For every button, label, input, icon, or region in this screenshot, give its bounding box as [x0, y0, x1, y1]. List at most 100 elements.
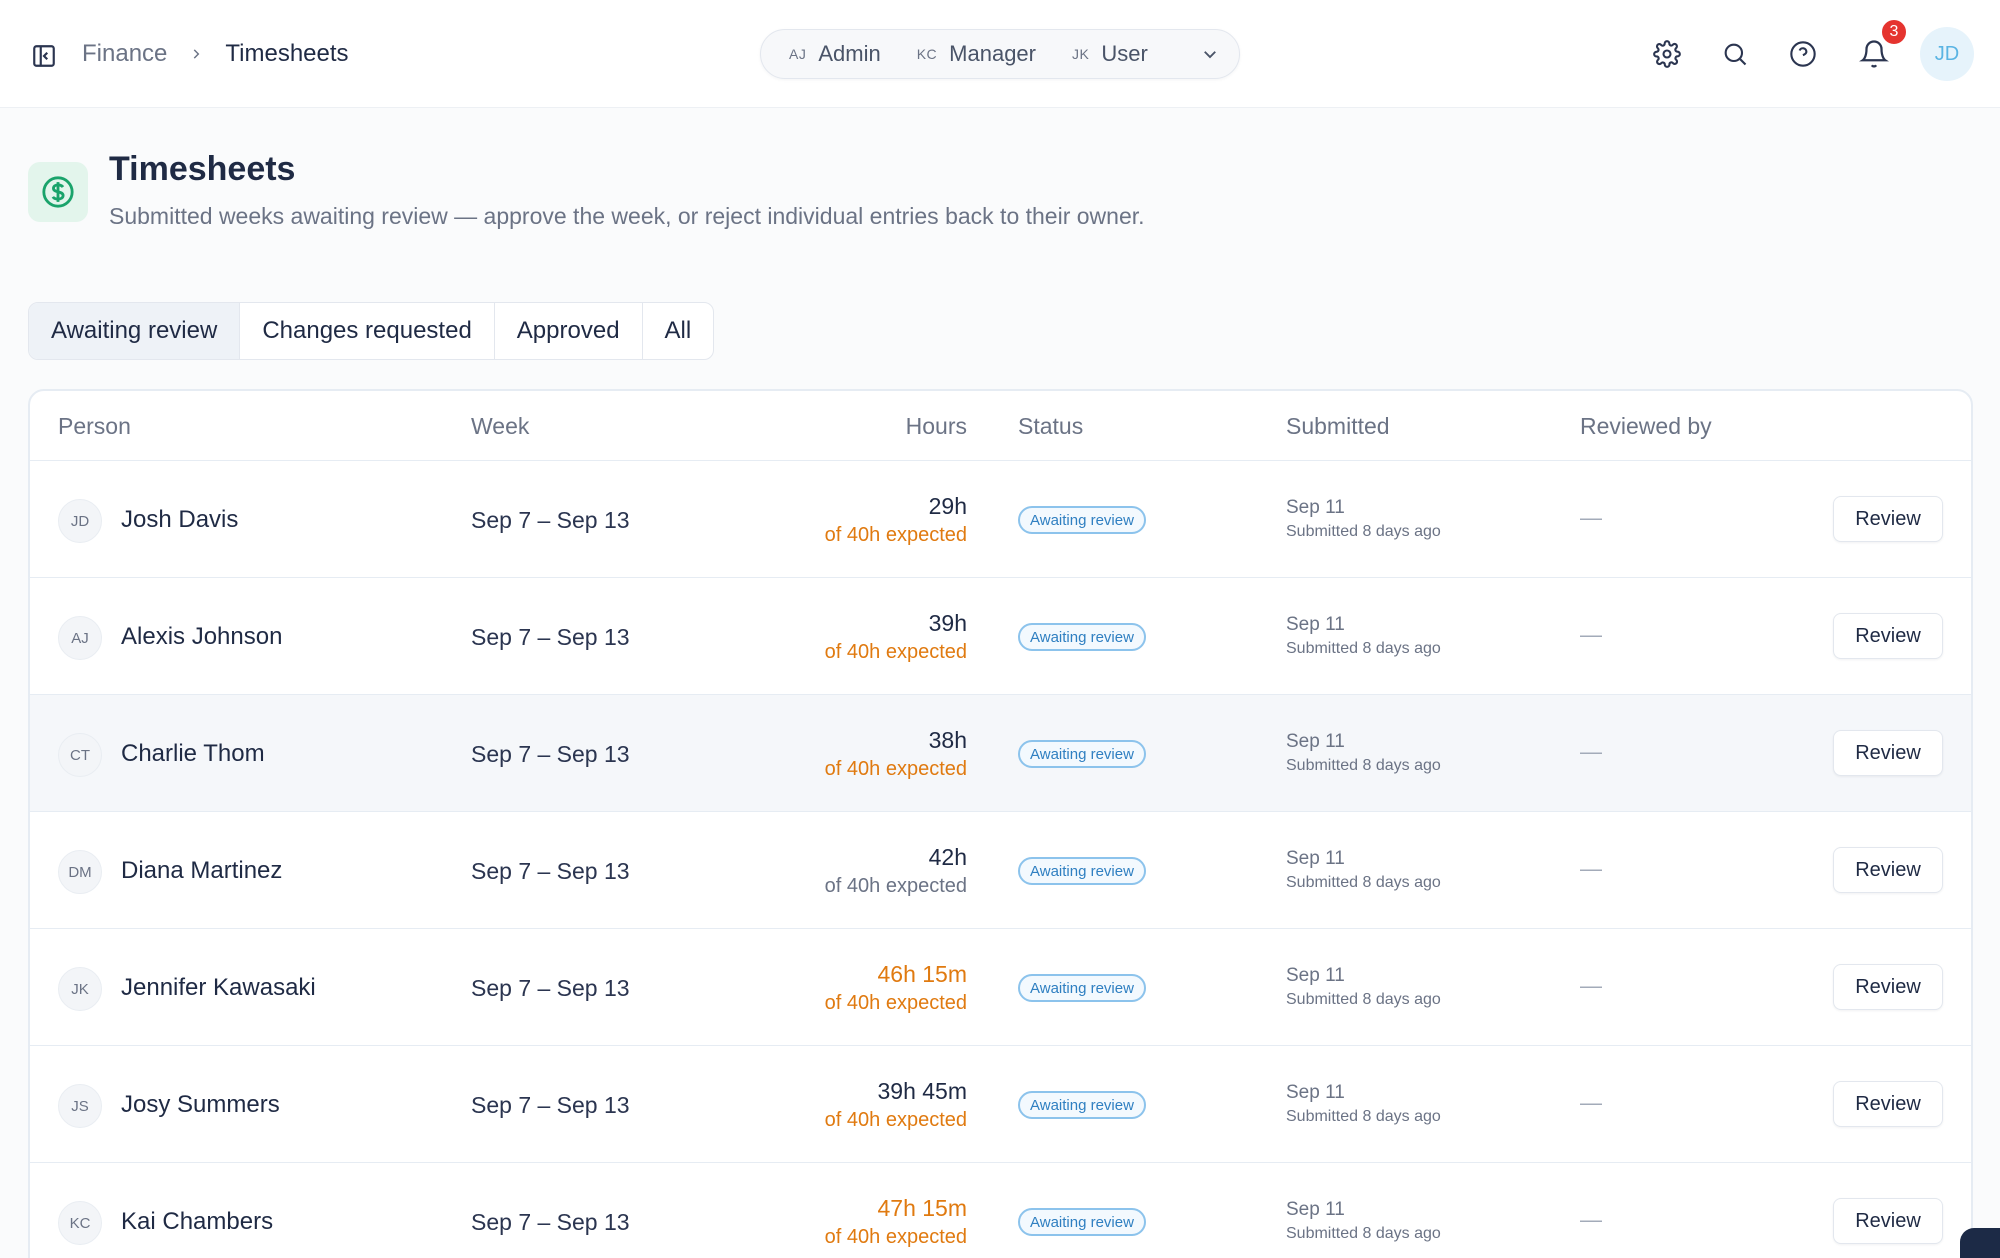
hours-value: 29h [928, 493, 967, 519]
table-row[interactable]: KC Kai Chambers Sep 7 – Sep 13 47h 15m of 40… [30, 1163, 1971, 1258]
status-badge: Awaiting review [1018, 1208, 1146, 1236]
header-week[interactable]: Week [471, 413, 529, 440]
submitted-date: Sep 11 [1286, 614, 1345, 635]
chevron-down-icon[interactable] [1201, 45, 1219, 63]
person-avatar: AJ [58, 616, 102, 660]
person-avatar: JK [58, 967, 102, 1011]
review-button[interactable]: Review [1833, 496, 1943, 542]
hours-cell: 39h 45m of 40h expected [825, 1076, 967, 1134]
search-icon[interactable] [1717, 36, 1753, 72]
reviewed-by: — [1580, 856, 1602, 881]
week-range: Sep 7 – Sep 13 [471, 624, 630, 650]
status-badge: Awaiting review [1018, 506, 1146, 534]
submitted-date: Sep 11 [1286, 1199, 1345, 1220]
submitted-date: Sep 11 [1286, 965, 1345, 986]
submitted-ago: Submitted 8 days ago [1286, 640, 1441, 657]
review-button[interactable]: Review [1833, 613, 1943, 659]
submitted-ago: Submitted 8 days ago [1286, 757, 1441, 774]
submitted-date: Sep 11 [1286, 1082, 1345, 1103]
submitted-cell: Sep 11 Submitted 8 days ago [1286, 1197, 1441, 1245]
week-range: Sep 7 – Sep 13 [471, 507, 630, 533]
help-widget-button[interactable] [1960, 1228, 2000, 1258]
help-circle-icon[interactable] [1785, 36, 1821, 72]
header-status[interactable]: Status [1018, 413, 1083, 440]
role-initials: JK [1072, 46, 1090, 62]
submitted-cell: Sep 11 Submitted 8 days ago [1286, 1080, 1441, 1128]
review-button[interactable]: Review [1833, 964, 1943, 1010]
breadcrumb-finance-link[interactable]: Finance [82, 40, 167, 68]
tab-all[interactable]: All [643, 303, 714, 359]
sidebar-toggle-icon[interactable] [30, 42, 58, 70]
table-row[interactable]: DM Diana Martinez Sep 7 – Sep 13 42h of 40h … [30, 812, 1971, 929]
hours-value: 47h 15m [877, 1195, 967, 1221]
hours-cell: 47h 15m of 40h expected [825, 1193, 967, 1251]
table-row[interactable]: CT Charlie Thom Sep 7 – Sep 13 38h of 40h ex… [30, 695, 1971, 812]
header-reviewed-by[interactable]: Reviewed by [1580, 413, 1712, 440]
person-name: Diana Martinez [121, 857, 283, 884]
hours-cell: 29h of 40h expected [825, 491, 967, 549]
reviewed-by: — [1580, 622, 1602, 647]
reviewed-by: — [1580, 505, 1602, 530]
person-name: Kai Chambers [121, 1208, 274, 1235]
hours-value: 39h [928, 610, 967, 636]
submitted-ago: Submitted 8 days ago [1286, 1225, 1441, 1242]
reviewed-by: — [1580, 739, 1602, 764]
person-name: Charlie Thom [121, 740, 265, 767]
review-button[interactable]: Review [1833, 847, 1943, 893]
hours-expected: of 40h expected [824, 1226, 967, 1248]
person-avatar: KC [58, 1201, 102, 1245]
hours-value: 39h 45m [877, 1078, 967, 1104]
timesheets-table: Person Week Hours Status Submitted Revie… [28, 389, 1973, 1258]
status-badge: Awaiting review [1018, 1091, 1146, 1119]
header-person[interactable]: Person [58, 413, 131, 440]
gear-icon[interactable] [1649, 36, 1685, 72]
table-row[interactable]: JD Josh Davis Sep 7 – Sep 13 29h of 40h expe… [30, 461, 1971, 578]
hours-expected: of 40h expected [824, 875, 967, 897]
person-name: Jennifer Kawasaki [121, 974, 316, 1001]
person-avatar: CT [58, 733, 102, 777]
reviewed-by: — [1580, 1090, 1602, 1115]
hours-expected: of 40h expected [824, 1109, 967, 1131]
table-header: Person Week Hours Status Submitted Revie… [30, 391, 1971, 461]
submitted-ago: Submitted 8 days ago [1286, 1108, 1441, 1125]
table-row[interactable]: AJ Alexis Johnson Sep 7 – Sep 13 39h of 40h … [30, 578, 1971, 695]
role-switcher[interactable]: AJ Admin KC Manager JK User [760, 29, 1240, 79]
status-badge: Awaiting review [1018, 740, 1146, 768]
role-initials: KC [916, 46, 938, 62]
person-avatar: DM [58, 850, 102, 894]
table-row[interactable]: JK Jennifer Kawasaki Sep 7 – Sep 13 46h 15m… [30, 929, 1971, 1046]
submitted-ago: Submitted 8 days ago [1286, 523, 1441, 540]
chevron-right-icon [189, 47, 203, 61]
role-manager[interactable]: KC Manager [917, 41, 1036, 67]
user-avatar[interactable]: JD [1920, 27, 1974, 81]
review-button[interactable]: Review [1833, 1081, 1943, 1127]
table-row[interactable]: JS Josy Summers Sep 7 – Sep 13 39h 45m of 40… [30, 1046, 1971, 1163]
submitted-cell: Sep 11 Submitted 8 days ago [1286, 495, 1441, 543]
role-admin[interactable]: AJ Admin [789, 41, 881, 67]
review-button[interactable]: Review [1833, 730, 1943, 776]
role-initials: AJ [789, 46, 807, 62]
status-badge: Awaiting review [1018, 857, 1146, 885]
person-name: Alexis Johnson [121, 623, 283, 650]
hours-cell: 38h of 40h expected [825, 725, 967, 783]
week-range: Sep 7 – Sep 13 [471, 1092, 630, 1118]
hours-expected: of 40h expected [824, 992, 967, 1014]
page-title: Timesheets [109, 150, 296, 188]
hours-value: 38h [928, 727, 967, 753]
tab-approved[interactable]: Approved [495, 303, 643, 359]
header-hours[interactable]: Hours [906, 413, 967, 440]
hours-expected: of 40h expected [824, 641, 967, 663]
status-tabs: Awaiting review Changes requested Approv… [28, 302, 715, 360]
review-button[interactable]: Review [1833, 1198, 1943, 1244]
tab-awaiting-review[interactable]: Awaiting review [29, 303, 241, 359]
tab-changes-requested[interactable]: Changes requested [240, 303, 495, 359]
header-submitted[interactable]: Submitted [1286, 413, 1390, 440]
person-name: Josh Davis [121, 506, 239, 533]
hours-expected: of 40h expected [824, 758, 967, 780]
person-name: Josy Summers [121, 1091, 280, 1118]
hours-cell: 46h 15m of 40h expected [825, 959, 967, 1017]
hours-expected: of 40h expected [824, 524, 967, 546]
notification-count-badge: 3 [1880, 18, 1908, 46]
hours-value: 42h [928, 844, 967, 870]
role-user[interactable]: JK User [1072, 41, 1148, 67]
